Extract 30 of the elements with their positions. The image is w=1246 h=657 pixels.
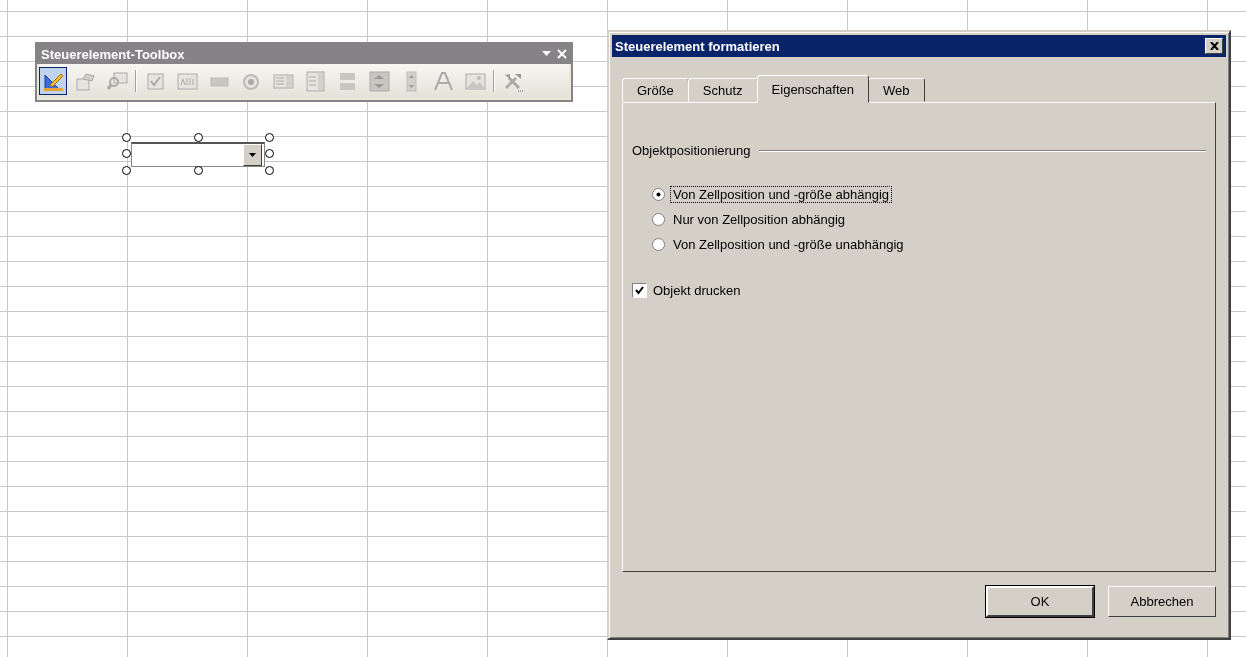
close-button[interactable] bbox=[1205, 38, 1223, 54]
spin-button-icon bbox=[367, 69, 391, 93]
toolbox-title: Steuerelement-Toolbox bbox=[41, 46, 186, 62]
resize-handle[interactable] bbox=[194, 133, 203, 142]
option-label[interactable]: Von Zellposition und -größe unabhängig bbox=[670, 236, 907, 253]
tab[interactable]: Größe bbox=[622, 78, 689, 102]
option-label[interactable]: Nur von Zellposition abhängig bbox=[670, 211, 848, 228]
resize-handle[interactable] bbox=[194, 166, 203, 175]
radio-button[interactable] bbox=[652, 188, 665, 201]
radio-button[interactable] bbox=[652, 238, 665, 251]
checkbox-label[interactable]: Objekt drucken bbox=[653, 283, 741, 298]
radio-button[interactable] bbox=[652, 213, 665, 226]
letter-a-icon bbox=[431, 69, 455, 93]
combo-box-icon bbox=[303, 69, 327, 93]
check-icon bbox=[633, 284, 646, 297]
close-icon bbox=[1209, 42, 1219, 50]
dialog-title: Steuerelement formatieren bbox=[615, 38, 781, 54]
option-label[interactable]: Von Zellposition und -größe abhängig bbox=[670, 186, 893, 203]
dialog-button[interactable]: OK bbox=[986, 586, 1094, 617]
dialog-button[interactable]: Abbrechen bbox=[1108, 586, 1216, 617]
group-label: Objektpositionierung bbox=[632, 143, 751, 158]
close-icon[interactable] bbox=[557, 49, 567, 59]
tab[interactable]: Schutz bbox=[687, 78, 758, 102]
dropdown-button[interactable] bbox=[243, 144, 262, 166]
tab[interactable]: Web bbox=[868, 78, 925, 102]
dropdown-icon[interactable] bbox=[542, 51, 551, 57]
caret-icon bbox=[249, 153, 256, 157]
combo-box[interactable] bbox=[131, 142, 265, 167]
tab[interactable]: Eigenschaften bbox=[756, 75, 869, 103]
checkbox[interactable] bbox=[632, 283, 647, 298]
